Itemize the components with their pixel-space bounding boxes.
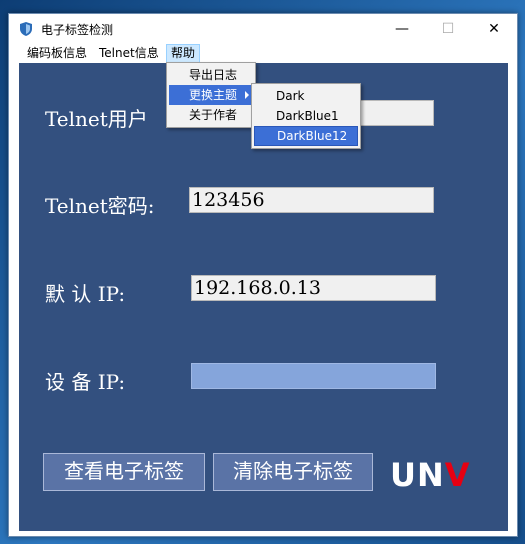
menu-help[interactable]: 帮助 bbox=[166, 44, 201, 63]
view-label-button[interactable]: 查看电子标签 bbox=[43, 453, 205, 491]
window-title: 电子标签检测 bbox=[41, 23, 114, 37]
menu-encoder-info[interactable]: 编码板信息 bbox=[23, 44, 91, 63]
telnet-password-label: Telnet密码: bbox=[45, 194, 155, 218]
telnet-user-label: Telnet用户 bbox=[45, 107, 148, 131]
app-shield-icon bbox=[20, 22, 32, 36]
unv-logo: UNV bbox=[390, 456, 471, 494]
clear-label-button[interactable]: 清除电子标签 bbox=[213, 453, 373, 491]
maximize-button[interactable]: ☐ bbox=[425, 14, 471, 44]
device-ip-input[interactable] bbox=[191, 363, 436, 389]
default-ip-input[interactable]: 192.168.0.13 bbox=[191, 275, 436, 301]
theme-option-darkblue1[interactable]: DarkBlue1 bbox=[254, 106, 358, 126]
submenu-arrow-icon bbox=[245, 91, 249, 99]
logo-text-main: UN bbox=[390, 456, 445, 494]
theme-option-darkblue12[interactable]: DarkBlue12 bbox=[254, 126, 358, 146]
change-theme-label: 更换主题 bbox=[189, 88, 238, 102]
telnet-password-input[interactable]: 123456 bbox=[189, 187, 434, 213]
default-ip-label: 默 认 IP: bbox=[45, 282, 126, 306]
minimize-button[interactable]: — bbox=[379, 14, 425, 44]
logo-text-accent: V bbox=[444, 456, 471, 494]
device-ip-label: 设 备 IP: bbox=[45, 370, 126, 394]
help-dropdown-menu: 导出日志 更换主题 关于作者 bbox=[166, 62, 256, 128]
close-button[interactable]: ✕ bbox=[471, 14, 517, 44]
title-bar[interactable]: 电子标签检测 — ☐ ✕ bbox=[9, 14, 517, 44]
menu-item-change-theme[interactable]: 更换主题 bbox=[169, 85, 253, 105]
menu-bar: 编码板信息 Telnet信息 帮助 bbox=[9, 44, 517, 63]
theme-option-dark[interactable]: Dark bbox=[254, 86, 358, 106]
menu-telnet-info[interactable]: Telnet信息 bbox=[95, 44, 163, 63]
menu-item-export-log[interactable]: 导出日志 bbox=[169, 65, 253, 85]
menu-item-about-author[interactable]: 关于作者 bbox=[169, 105, 253, 125]
theme-submenu: Dark DarkBlue1 DarkBlue12 bbox=[251, 83, 361, 149]
